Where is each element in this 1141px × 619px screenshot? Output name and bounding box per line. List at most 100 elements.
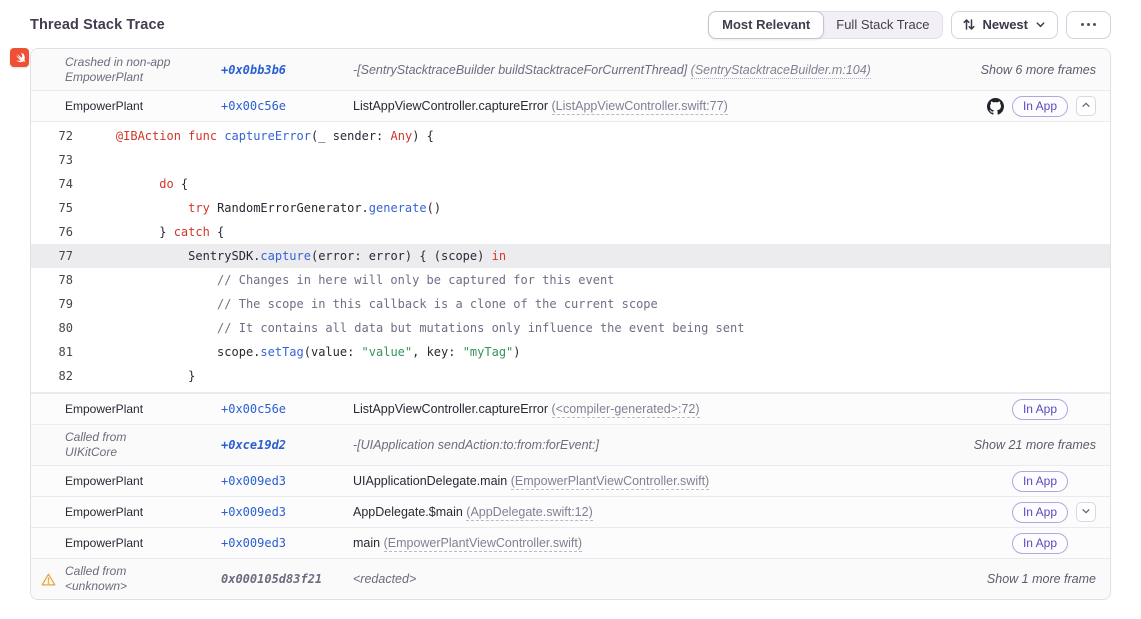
code-token: // Changes in here will only be captured… [87,273,614,287]
github-icon[interactable] [987,98,1004,115]
frame-address: +0x00c56e [221,402,353,416]
code-line-content: try RandomErrorGenerator.generate() [73,196,441,220]
code-line-number: 81 [31,340,73,364]
frame-function: <redacted> [353,572,987,586]
frame-address: 0x000105d83f21 [221,572,353,586]
stack-frame-row[interactable]: Called fromUIKitCore+0xce19d2-[UIApplica… [31,424,1110,465]
frame-package: Crashed in non-appEmpowerPlant [65,55,221,85]
code-token: () [427,201,441,215]
sort-button[interactable]: Newest [951,11,1058,39]
frame-package-line: UIKitCore [65,445,215,460]
code-line-number: 72 [31,124,73,148]
code-line-number: 77 [31,244,73,268]
frame-package: Called fromUIKitCore [65,430,221,460]
code-line: 74 do { [31,172,1110,196]
code-token: func [188,129,217,143]
code-token: do [159,177,173,191]
frame-package: Called from<unknown> [65,564,221,594]
frame-function: ListAppViewController.captureError (List… [353,99,987,113]
swift-icon [10,48,29,67]
frame-source-file-link[interactable]: (<compiler-generated>:72) [552,402,700,418]
code-line: 79 // The scope in this callback is a cl… [31,292,1110,316]
stack-frame-row[interactable]: EmpowerPlant+0x00c56eListAppViewControll… [31,393,1110,424]
frame-address: +0x009ed3 [221,536,353,550]
code-line-number: 80 [31,316,73,340]
code-line: 80 // It contains all data but mutations… [31,316,1110,340]
code-token: (error: error) { (scope) [311,249,492,263]
code-line: 75 try RandomErrorGenerator.generate() [31,196,1110,220]
code-token: } [87,369,195,383]
frame-function-name: AppDelegate.$main [353,505,463,519]
code-token: setTag [260,345,303,359]
frame-source-file-link[interactable]: (EmpowerPlantViewController.swift) [511,474,709,490]
code-token: // The scope in this callback is a clone… [87,297,658,311]
stack-frame-row[interactable]: EmpowerPlant+0x00c56eListAppViewControll… [31,90,1110,121]
code-line-content: // Changes in here will only be captured… [73,268,614,292]
code-line-content: scope.setTag(value: "value", key: "myTag… [73,340,521,364]
code-token: @IBAction [116,129,181,143]
frame-address: +0xce19d2 [221,438,353,452]
stack-frame-row[interactable]: EmpowerPlant+0x009ed3main (EmpowerPlantV… [31,527,1110,558]
frame-package: EmpowerPlant [65,402,221,417]
stack-frames: Crashed in non-appEmpowerPlant+0x0bb3b6-… [31,49,1110,599]
code-token: , key: [412,345,463,359]
frame-actions: In App [1012,399,1096,420]
page-title: Thread Stack Trace [30,17,165,33]
in-app-badge: In App [1012,533,1068,554]
frame-package-line: Called from [65,430,215,445]
code-token: Any [391,129,413,143]
frame-package-line: <unknown> [65,579,215,594]
code-token: in [492,249,506,263]
frame-function-name: main [353,536,380,550]
code-line: 81 scope.setTag(value: "value", key: "my… [31,340,1110,364]
header-controls: Most Relevant Full Stack Trace Newest [708,11,1111,39]
code-token: RandomErrorGenerator. [210,201,369,215]
frame-source-file-link[interactable]: (SentryStacktraceBuilder.m:104) [691,63,871,79]
frame-source-file-link[interactable]: (EmpowerPlantViewController.swift) [384,536,582,552]
overflow-menu-button[interactable] [1066,11,1111,39]
ellipsis-icon [1078,23,1099,26]
frame-function-name: -[UIApplication sendAction:to:from:forEv… [353,438,599,452]
code-token: "myTag" [463,345,514,359]
code-token: capture [260,249,311,263]
frame-function: -[SentryStacktraceBuilder buildStacktrac… [353,63,981,77]
code-token: "value" [362,345,413,359]
toggle-full-stack-trace[interactable]: Full Stack Trace [823,12,942,38]
stack-frame-row[interactable]: Crashed in non-appEmpowerPlant+0x0bb3b6-… [31,49,1110,90]
frame-actions: In App [1012,502,1096,523]
code-line-number: 78 [31,268,73,292]
frame-function-name: ListAppViewController.captureError [353,99,548,113]
collapse-frame-button[interactable] [1076,96,1096,116]
in-app-badge: In App [1012,471,1068,492]
frame-package-line: Called from [65,564,215,579]
code-line-content: SentrySDK.capture(error: error) { (scope… [73,244,506,268]
code-token [87,201,188,215]
show-more-frames-link[interactable]: Show 6 more frames [981,63,1096,77]
code-line: 78 // Changes in here will only be captu… [31,268,1110,292]
code-token: generate [369,201,427,215]
code-token: { [210,225,224,239]
stack-frame-row[interactable]: Called from<unknown>0x000105d83f21<redac… [31,558,1110,599]
warning-icon [31,572,65,587]
stack-trace-card: Crashed in non-appEmpowerPlant+0x0bb3b6-… [30,48,1111,600]
code-token: ) [513,345,520,359]
code-line-content [73,148,87,172]
frame-source-file-link[interactable]: (AppDelegate.swift:12) [466,505,592,521]
expand-frame-button[interactable] [1076,502,1096,522]
frame-source-file-link[interactable]: (ListAppViewController.swift:77) [552,99,728,115]
view-toggle: Most Relevant Full Stack Trace [708,11,943,39]
stack-frame-row[interactable]: EmpowerPlant+0x009ed3AppDelegate.$main (… [31,496,1110,527]
toggle-most-relevant[interactable]: Most Relevant [708,11,824,39]
show-more-frames-link[interactable]: Show 1 more frame [987,572,1096,586]
code-line-content: } [73,364,195,388]
code-line: 72 @IBAction func captureError(_ sender:… [31,124,1110,148]
code-line-highlighted: 77 SentrySDK.capture(error: error) { (sc… [31,244,1110,268]
frame-package: EmpowerPlant [65,505,221,520]
stack-frame-row[interactable]: EmpowerPlant+0x009ed3UIApplicationDelega… [31,465,1110,496]
frame-package-line: Crashed in non-app [65,55,215,70]
code-token [87,177,159,191]
code-token: catch [174,225,210,239]
code-line-number: 79 [31,292,73,316]
show-more-frames-link[interactable]: Show 21 more frames [974,438,1096,452]
code-line: 76 } catch { [31,220,1110,244]
